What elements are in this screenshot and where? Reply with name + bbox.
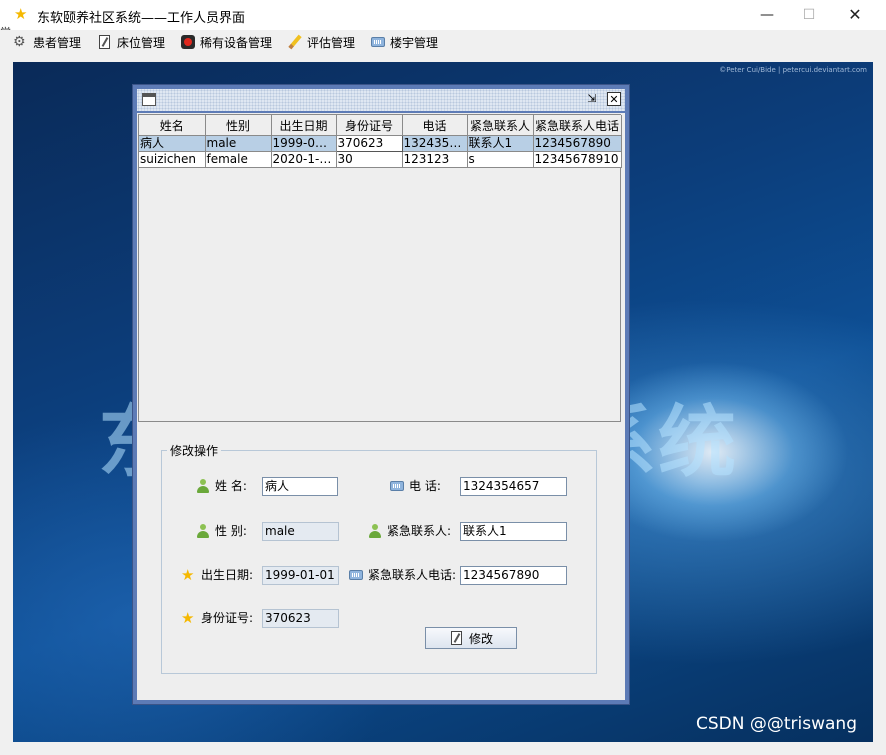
window-icon: [142, 93, 156, 106]
emergency-phone-label: 紧急联系人电话:: [348, 566, 456, 583]
internal-frame: ⇲ ✕ 姓名 性别 出生日期 身份证号 电话 紧急联系人 紧急联系人电话 病人 …: [132, 84, 630, 705]
minimize-button[interactable]: —: [744, 0, 790, 30]
restore-button[interactable]: ⇲: [585, 92, 599, 106]
watermark: CSDN @@triswang: [696, 714, 857, 734]
taskbar-strip: [0, 742, 886, 755]
table-cell[interactable]: 123123: [402, 151, 468, 168]
star-icon: ★: [14, 5, 28, 23]
modify-button-label: 修改: [468, 631, 493, 646]
name-label: 姓 名:: [195, 477, 247, 494]
internal-frame-title-bar[interactable]: ⇲ ✕: [137, 89, 625, 111]
menu-rare-device-management[interactable]: 稀有设备管理: [180, 33, 272, 51]
column-header[interactable]: 性别: [205, 115, 272, 136]
document-edit-icon: [97, 34, 113, 50]
modify-legend: 修改操作: [167, 442, 222, 459]
document-edit-icon: [449, 630, 465, 646]
id-number-label: ★ 身份证号:: [181, 609, 253, 626]
id-number-field: 370623: [262, 609, 339, 628]
patient-table-scrollpane: 姓名 性别 出生日期 身份证号 电话 紧急联系人 紧急联系人电话 病人 male…: [138, 114, 622, 422]
gear-icon: ⚙: [13, 34, 26, 50]
column-header[interactable]: 出生日期: [271, 115, 337, 136]
close-button[interactable]: ✕: [832, 0, 878, 30]
table-cell[interactable]: 1324354657: [402, 135, 468, 152]
menu-label: 楼宇管理: [390, 35, 439, 50]
frame-close-button[interactable]: ✕: [607, 92, 621, 106]
emergency-phone-label-text: 紧急联系人电话:: [368, 568, 457, 582]
menu-bed-management[interactable]: 床位管理: [97, 33, 165, 51]
column-header[interactable]: 身份证号: [336, 115, 403, 136]
menu-patient-management[interactable]: ⚙ 患者管理: [13, 33, 81, 51]
id-number-label-text: 身份证号:: [201, 611, 254, 625]
keyboard-icon: [348, 567, 364, 583]
birthdate-label-text: 出生日期:: [201, 568, 254, 582]
window-title-bar: ★ 东软颐养社区系统——工作人员界面 — ☐ ✕: [0, 0, 886, 30]
table-row[interactable]: suizichen female 2020-1-12 30 123123 s 1…: [139, 151, 622, 168]
name-label-text: 姓 名:: [215, 479, 247, 493]
gender-label: 性 别:: [195, 522, 247, 539]
maximize-button[interactable]: ☐: [786, 0, 832, 30]
phone-input[interactable]: 1324354657: [460, 477, 567, 496]
gender-label-text: 性 别:: [215, 524, 247, 538]
internal-frame-body: 姓名 性别 出生日期 身份证号 电话 紧急联系人 紧急联系人电话 病人 male…: [137, 113, 625, 700]
person-icon: [195, 523, 211, 539]
column-header[interactable]: 姓名: [139, 115, 206, 136]
column-header[interactable]: 紧急联系人电话: [533, 115, 622, 136]
table-cell[interactable]: suizichen: [139, 151, 206, 168]
column-header[interactable]: 电话: [402, 115, 468, 136]
table-cell[interactable]: 30: [336, 151, 403, 168]
patient-table: 姓名 性别 出生日期 身份证号 电话 紧急联系人 紧急联系人电话 病人 male…: [139, 115, 622, 168]
person-icon: [195, 478, 211, 494]
pencil-icon: [287, 34, 303, 50]
table-cell[interactable]: 2020-1-12: [271, 151, 337, 168]
menu-building-management[interactable]: 楼宇管理: [370, 33, 438, 51]
keyboard-icon: [389, 478, 405, 494]
table-cell[interactable]: female: [205, 151, 272, 168]
table-header-row: 姓名 性别 出生日期 身份证号 电话 紧急联系人 紧急联系人电话: [139, 115, 622, 136]
name-input[interactable]: 病人: [262, 477, 338, 496]
table-cell[interactable]: 1999-01-01: [271, 135, 337, 152]
emergency-contact-label-text: 紧急联系人:: [387, 524, 452, 538]
table-cell[interactable]: 370623: [335, 135, 403, 152]
emergency-contact-label: 紧急联系人:: [367, 522, 451, 539]
gender-field: male: [262, 522, 339, 541]
menu-bar: ⚙ 患者管理 床位管理 稀有设备管理 评估管理 楼宇管理: [0, 30, 886, 54]
table-cell[interactable]: s: [467, 151, 534, 168]
star-icon: ★: [181, 608, 195, 627]
birthdate-label: ★ 出生日期:: [181, 566, 253, 583]
background-credit: ©Peter Cui/Bide | petercui.deviantart.co…: [719, 66, 867, 74]
table-cell[interactable]: male: [205, 135, 272, 152]
phone-label-text: 电 话:: [409, 479, 441, 493]
table-cell[interactable]: 病人: [139, 135, 206, 152]
phone-label: 电 话:: [389, 477, 441, 494]
birthdate-field: 1999-01-01: [262, 566, 339, 585]
menu-label: 床位管理: [117, 35, 166, 50]
modify-button[interactable]: 修改: [425, 627, 517, 649]
window-title: 东软颐养社区系统——工作人员界面: [37, 11, 246, 26]
table-row[interactable]: 病人 male 1999-01-01 370623 1324354657 联系人…: [139, 135, 622, 152]
menu-label: 稀有设备管理: [200, 35, 273, 50]
menu-assessment-management[interactable]: 评估管理: [287, 33, 355, 51]
table-cell[interactable]: 12345678910: [533, 151, 622, 168]
table-cell[interactable]: 联系人1: [467, 135, 534, 152]
emergency-contact-input[interactable]: 联系人1: [460, 522, 567, 541]
red-device-icon: [180, 34, 196, 50]
column-header[interactable]: 紧急联系人: [467, 115, 534, 136]
menu-label: 评估管理: [307, 35, 356, 50]
star-icon: ★: [181, 565, 195, 584]
table-cell[interactable]: 1234567890: [533, 135, 622, 152]
keyboard-icon: [370, 34, 386, 50]
menu-label: 患者管理: [33, 35, 82, 50]
emergency-phone-input[interactable]: 1234567890: [460, 566, 567, 585]
person-icon: [367, 523, 383, 539]
